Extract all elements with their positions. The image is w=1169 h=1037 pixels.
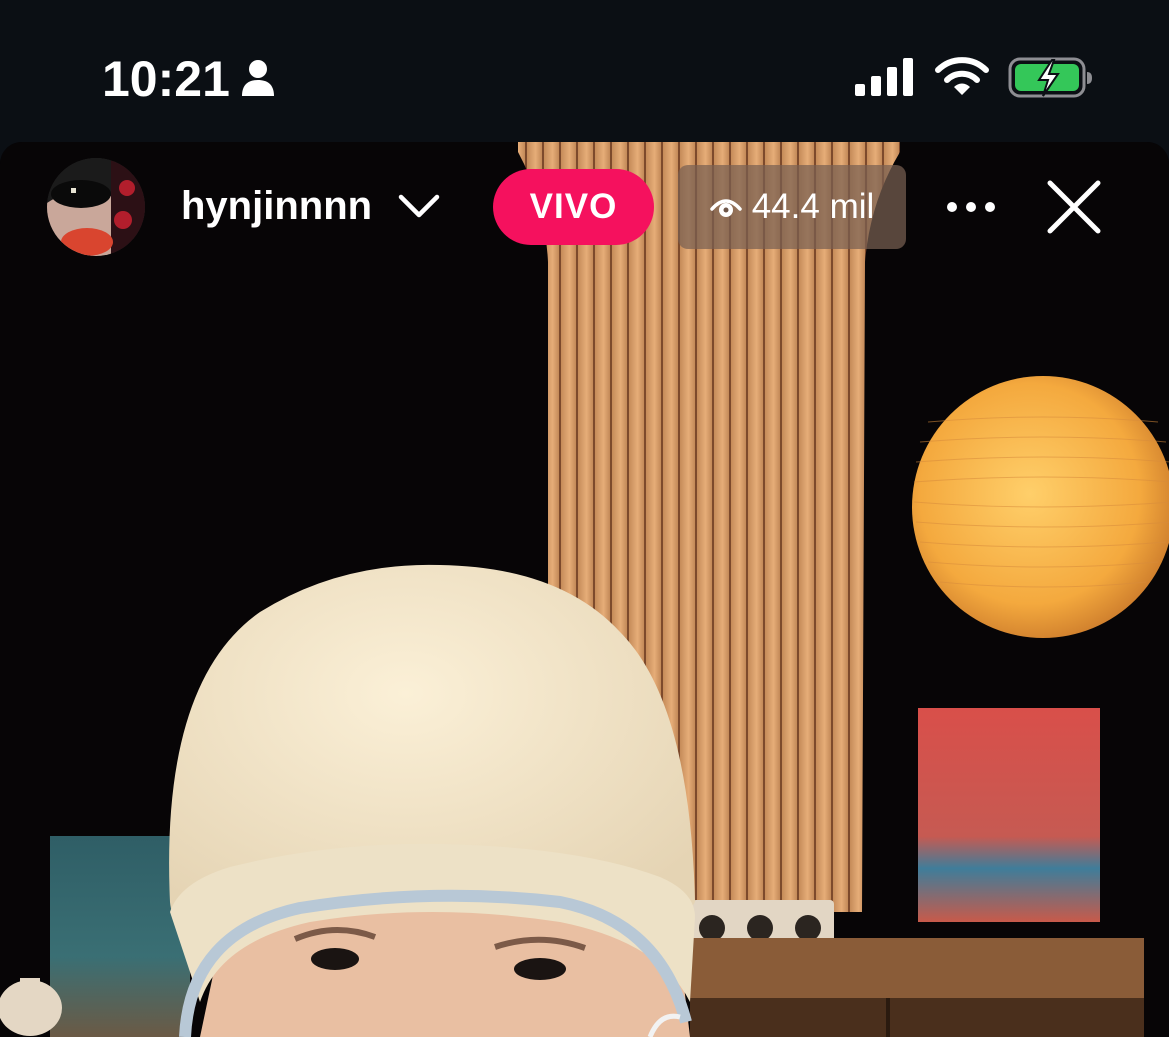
live-badge: VIVO [493,169,654,245]
viewer-count-badge[interactable]: 44.4 mil [678,165,906,249]
eye-icon [709,199,742,217]
live-video[interactable] [0,142,1169,1037]
status-bar: 10:21 [0,0,1169,140]
more-icon[interactable] [945,198,997,216]
cellular-signal-icon [855,58,913,96]
streamer-username[interactable]: hynjinnnn [181,184,372,229]
wifi-icon [935,57,989,95]
avatar[interactable] [47,158,145,256]
person-icon [242,60,274,96]
live-video-frame [0,142,1169,1037]
chevron-down-icon[interactable] [398,193,440,219]
viewer-count: 44.4 mil [751,187,875,226]
avatar-image [47,158,145,256]
status-time: 10:21 [102,51,230,107]
close-icon[interactable] [1046,179,1102,235]
battery-charging-icon [1008,57,1092,98]
